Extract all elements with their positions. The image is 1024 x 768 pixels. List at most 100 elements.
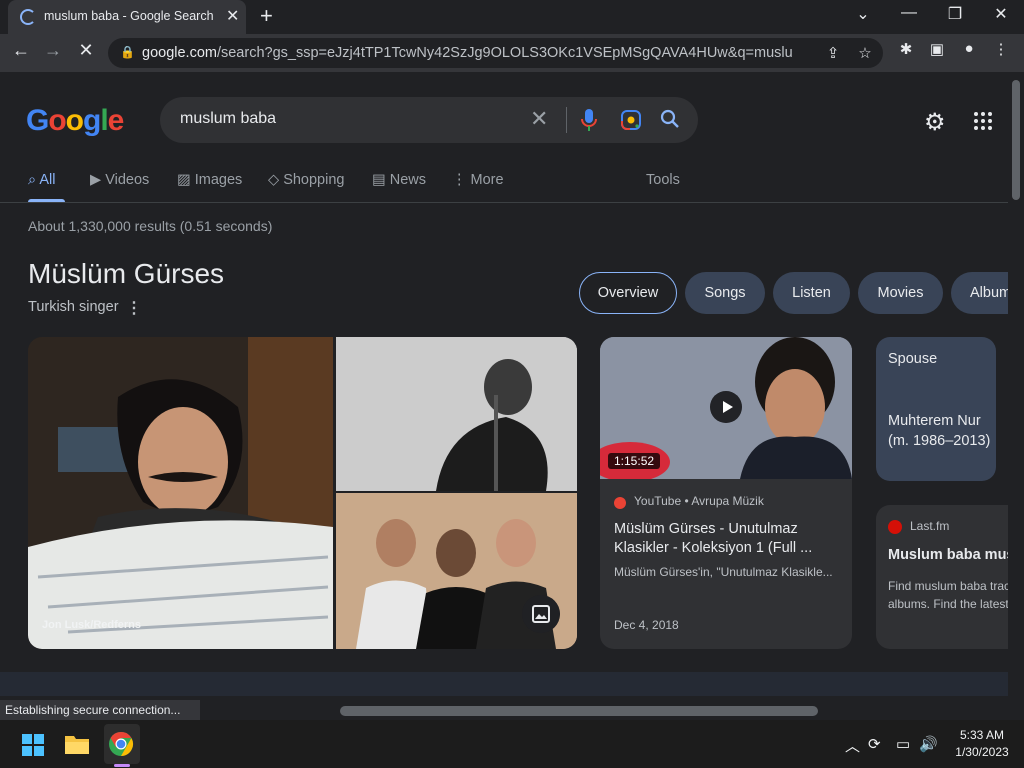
taskbar: ︿ ⟳ ▭ 🔊 5:33 AM 1/30/2023 [0,720,1024,768]
singer-photo-main[interactable]: Jon Lusk/Redferns [28,337,333,649]
file-explorer-icon[interactable] [64,733,90,755]
restore-button[interactable]: ❐ [932,4,978,24]
tab-search-chevron-icon[interactable]: ⌄ [840,4,886,24]
tab-images[interactable]: ▨ Images [177,172,242,188]
more-vertical-icon: ⋮ [452,172,467,188]
back-button[interactable]: ← [8,40,34,61]
google-lens-icon[interactable] [620,109,642,131]
browser-toolbar: ← → ✕ 🔒 google.com/search?gs_ssp=eJzj4tT… [0,34,1024,72]
clear-search-icon[interactable]: ✕ [530,106,548,132]
url-path: /search?gs_ssp=eJzj4tTP1TcwNy42SzJg9OLOL… [216,45,792,61]
running-app-indicator [114,764,130,767]
divider [0,202,1008,203]
search-box[interactable]: muslum baba ✕ [160,97,698,143]
spouse-label: Spouse [888,351,938,367]
share-icon[interactable]: ⇪ [820,44,846,62]
google-results-page: Google muslum baba ✕ ⚙ ⌕ All ▶ Videos ▨ … [0,72,1008,696]
bookmark-star-icon[interactable]: ☆ [852,44,878,62]
divider [566,107,567,133]
video-thumbnail[interactable]: 1:15:52 [600,337,852,479]
tab-news[interactable]: ▤ News [372,172,426,188]
video-duration: 1:15:52 [608,453,661,469]
chip-albums[interactable]: Album [951,272,1008,314]
tray-overflow-chevron-icon[interactable]: ︿ [845,735,860,756]
knowledge-panel-subtitle: Turkish singer [28,299,119,315]
chrome-menu-icon[interactable]: ⋮ [988,40,1014,58]
chip-listen[interactable]: Listen [773,272,850,314]
stop-loading-button[interactable]: ✕ [73,40,99,61]
singer-group-photo[interactable] [336,493,577,649]
chrome-icon[interactable] [108,731,134,757]
search-input[interactable]: muslum baba [180,110,276,128]
video-title[interactable]: Müslüm Gürses - Unutulmaz Klasikler - Ko… [614,520,844,558]
tab-shopping[interactable]: ◇ Shopping [268,172,344,188]
video-icon: ▶ [90,172,102,188]
tag-icon: ◇ [268,172,280,188]
video-source: YouTube • Avrupa Müzik [634,494,764,508]
google-apps-icon[interactable] [972,110,994,132]
tab-close-icon[interactable]: ✕ [226,6,239,26]
scrollbar-thumb[interactable] [1012,80,1020,200]
clock-date[interactable]: 1/30/2023 [944,745,1020,759]
singer-photo-microphone[interactable] [336,337,577,491]
result-stats: About 1,330,000 results (0.51 seconds) [28,218,273,234]
forward-button[interactable]: → [40,40,66,61]
extensions-icon[interactable]: ✱ [893,40,919,58]
lastfm-result-card[interactable]: Last.fm Muslum baba music Find muslum ba… [876,505,1008,649]
settings-gear-icon[interactable]: ⚙ [924,108,946,137]
sync-alert-icon[interactable]: ⟳ [868,735,881,753]
status-bubble: Establishing secure connection... [0,700,200,720]
volume-icon[interactable]: 🔊 [919,735,938,753]
search-icon[interactable] [658,107,682,131]
side-panel-icon[interactable]: ▣ [924,40,950,58]
tab-more[interactable]: ⋮ More [452,172,504,188]
horizontal-scrollbar[interactable] [336,704,1008,718]
scrollbar-thumb[interactable] [340,706,818,716]
close-window-button[interactable]: ✕ [978,4,1024,24]
knowledge-panel-title: Müslüm Gürses [28,258,225,289]
more-options-icon[interactable]: ⋮ [126,298,142,318]
url-text[interactable]: google.com/search?gs_ssp=eJzj4tTP1TcwNy4… [142,45,792,61]
url-host: google.com [142,45,217,61]
tab-all[interactable]: ⌕ All [28,172,55,188]
status-text: Establishing secure connection... [5,703,181,717]
image-credit: Jon Lusk/Redferns [42,619,142,631]
address-bar[interactable]: 🔒 google.com/search?gs_ssp=eJzj4tTP1TcwN… [108,38,883,68]
youtube-icon [614,497,626,509]
vertical-scrollbar[interactable] [1008,72,1024,696]
lastfm-title[interactable]: Muslum baba music [888,547,1008,563]
singer-portrait-image [28,337,333,649]
page-band [0,672,1008,696]
microphone-icon[interactable] [580,108,598,132]
more-images-icon[interactable] [522,595,560,633]
tab-strip: muslum baba - Google Search ✕ + ⌄ — ❐ ✕ [0,0,1024,34]
tab-title: muslum baba - Google Search [44,9,214,23]
lock-icon[interactable]: 🔒 [120,45,135,59]
google-logo[interactable]: Google [26,104,124,138]
browser-tab[interactable]: muslum baba - Google Search ✕ [8,0,246,34]
chip-movies[interactable]: Movies [858,272,943,314]
image-icon: ▨ [177,172,191,188]
loading-spinner-icon [20,9,36,25]
minimize-button[interactable]: — [886,4,932,22]
network-icon[interactable]: ▭ [896,735,910,753]
lastfm-icon [888,520,902,534]
news-icon: ▤ [372,172,386,188]
clock-time[interactable]: 5:33 AM [944,728,1020,742]
video-description: Müslüm Gürses'in, "Unutulmaz Klasikle... [614,565,833,579]
spouse-value: Muhterem Nur (m. 1986–2013) [888,413,991,449]
video-result-card[interactable]: 1:15:52 YouTube • Avrupa Müzik Müslüm Gü… [600,337,852,649]
video-date: Dec 4, 2018 [614,618,679,632]
profile-avatar-icon[interactable]: ● [956,40,982,57]
new-tab-button[interactable]: + [260,3,273,29]
singer-microphone-image [336,337,577,491]
play-icon[interactable] [710,391,742,423]
lastfm-source: Last.fm [910,519,950,533]
chip-overview[interactable]: Overview [579,272,677,314]
tools-button[interactable]: Tools [646,172,680,188]
chip-songs[interactable]: Songs [685,272,765,314]
lastfm-description: Find muslum baba trac albums. Find the l… [888,579,1008,611]
windows-start-icon[interactable] [22,734,44,756]
spouse-card[interactable]: Spouse Muhterem Nur (m. 1986–2013) [876,337,996,481]
tab-videos[interactable]: ▶ Videos [90,172,149,188]
